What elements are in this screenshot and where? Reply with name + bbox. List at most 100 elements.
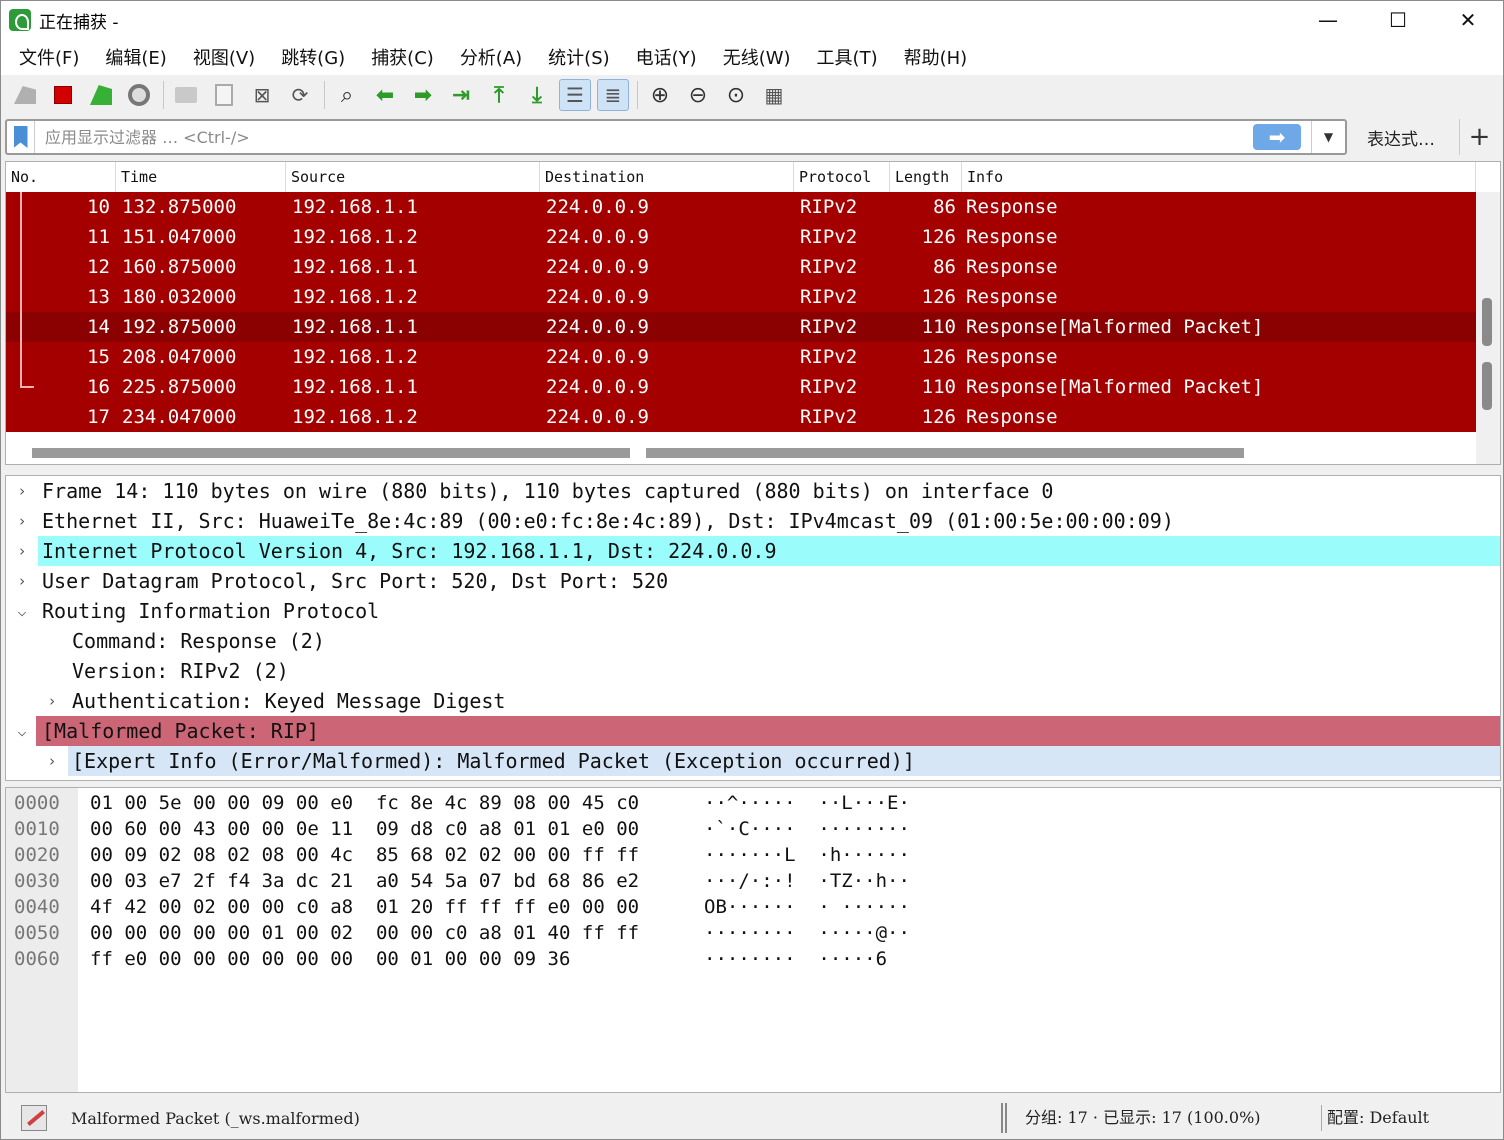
capture-options-icon[interactable] [123,79,155,111]
menu-capture[interactable]: 捕获(C) [361,44,450,70]
scrollbar-thumb[interactable] [646,448,1244,458]
restart-capture-icon[interactable] [85,79,117,111]
packet-cell-dst: 224.0.0.9 [546,256,649,278]
packet-row[interactable]: 16 225.875000 192.168.1.1 224.0.0.9 RIPv2 110… [6,372,1476,402]
packet-list-vertical-scrollbar[interactable] [1476,192,1500,464]
zoom-in-icon[interactable]: ⊕ [644,79,676,111]
expression-button[interactable]: 表达式… [1353,119,1449,155]
column-header-source[interactable]: Source [286,162,540,192]
menu-go[interactable]: 跳转(G) [271,44,361,70]
detail-tree-item[interactable]: › Internet Protocol Version 4, Src: 192.1… [6,536,1500,566]
bytes-offset: 0030 [14,870,60,892]
display-filter-input[interactable] [35,127,1253,147]
detail-tree-item[interactable]: ⌵ Routing Information Protocol [6,596,1500,626]
menu-telephony[interactable]: 电话(Y) [626,44,713,70]
minimize-button[interactable]: — [1293,1,1363,39]
open-file-icon[interactable] [170,79,202,111]
expert-info-icon[interactable] [21,1105,47,1131]
menu-help[interactable]: 帮助(H) [894,44,984,70]
menu-statistics[interactable]: 统计(S) [538,44,625,70]
packet-row[interactable]: 13 180.032000 192.168.1.2 224.0.0.9 RIPv2 126… [6,282,1476,312]
add-filter-button[interactable]: + [1459,119,1499,155]
column-header-info[interactable]: Info [962,162,1476,192]
zoom-out-icon[interactable]: ⊖ [682,79,714,111]
title-bar: 正在捕获 - — ☐ ✕ [1,1,1503,39]
packet-row[interactable]: 12 160.875000 192.168.1.1 224.0.0.9 RIPv2 86 R… [6,252,1476,282]
bytes-ascii: ·`·C···· ········ [704,818,910,840]
go-back-icon[interactable]: ⬅ [369,79,401,111]
packet-row[interactable]: 11 151.047000 192.168.1.2 224.0.0.9 RIPv2 126… [6,222,1476,252]
chevron-right-icon[interactable]: › [12,566,32,596]
go-forward-icon[interactable]: ➡ [407,79,439,111]
chevron-right-icon[interactable]: › [12,506,32,536]
first-packet-icon[interactable]: ⤒ [483,79,515,111]
find-packet-icon[interactable]: ⌕ [331,79,363,111]
detail-tree-item[interactable]: › Frame 14: 110 bytes on wire (880 bits),… [6,476,1500,506]
chevron-right-icon[interactable]: › [42,686,62,716]
detail-tree-item[interactable]: › [Expert Info (Error/Malformed): Malform… [6,746,1500,776]
detail-tree-item[interactable]: › User Datagram Protocol, Src Port: 520, … [6,566,1500,596]
packet-number: 11 [87,226,110,248]
auto-scroll-icon[interactable]: ☰ [559,79,591,111]
bytes-hex: 00 09 02 08 02 08 00 4c 85 68 02 02 00 0… [90,844,640,866]
packet-row[interactable]: 15 208.047000 192.168.1.2 224.0.0.9 RIPv2 126… [6,342,1476,372]
toolbar-separator [163,81,164,109]
packet-number: 13 [87,286,110,308]
normal-size-icon[interactable]: ⊙ [720,79,752,111]
chevron-down-icon[interactable]: ⌵ [12,596,32,626]
close-button[interactable]: ✕ [1433,1,1503,39]
save-file-icon[interactable] [208,79,240,111]
filter-history-dropdown-icon[interactable]: ▼ [1311,121,1345,153]
detail-tree-item[interactable]: › Authentication: Keyed Message Digest [6,686,1500,716]
shark-fin-start-icon[interactable] [9,79,41,111]
scrollbar-thumb[interactable] [1482,362,1492,410]
detail-tree-item[interactable]: Command: Response (2) [6,626,1500,656]
packet-cell-info: Response [966,406,1058,428]
scrollbar-thumb[interactable] [1482,298,1492,346]
packet-list-horizontal-scrollbar[interactable] [6,444,1476,460]
chevron-down-icon[interactable]: ⌵ [12,716,32,746]
column-header-time[interactable]: Time [116,162,286,192]
packet-cell-dst: 224.0.0.9 [546,406,649,428]
packet-cell-len: 86 [933,256,956,278]
chevron-right-icon[interactable]: › [12,476,32,506]
packet-cell-len: 126 [921,346,956,368]
menu-tools[interactable]: 工具(T) [807,44,894,70]
detail-tree-item[interactable]: › Ethernet II, Src: HuaweiTe_8e:4c:89 (00… [6,506,1500,536]
column-header-protocol[interactable]: Protocol [794,162,890,192]
chevron-right-icon[interactable]: › [42,746,62,776]
close-file-icon[interactable]: ⊠ [246,79,278,111]
bytes-hex: 00 00 00 00 00 01 00 02 00 00 c0 a8 01 4… [90,922,640,944]
packet-cell-dst: 224.0.0.9 [546,346,649,368]
stop-capture-icon[interactable] [47,79,79,111]
packet-row[interactable]: 17 234.047000 192.168.1.2 224.0.0.9 RIPv2 126… [6,402,1476,432]
packet-row[interactable]: 10 132.875000 192.168.1.1 224.0.0.9 RIPv2 86 R… [6,192,1476,222]
bookmark-icon[interactable] [7,121,35,153]
column-header-length[interactable]: Length [890,162,962,192]
apply-filter-arrow-icon[interactable]: ➡ [1253,124,1301,150]
scrollbar-thumb[interactable] [32,448,630,458]
packet-cell-dst: 224.0.0.9 [546,226,649,248]
menu-view[interactable]: 视图(V) [183,44,271,70]
resize-columns-icon[interactable]: ▦ [758,79,790,111]
packet-details-pane: › Frame 14: 110 bytes on wire (880 bits),… [5,475,1501,781]
detail-tree-item[interactable]: ⌵ [Malformed Packet: RIP] [6,716,1500,746]
column-header-destination[interactable]: Destination [540,162,794,192]
go-to-packet-icon[interactable]: ⇥ [445,79,477,111]
packet-cell-time: 192.875000 [122,316,237,338]
packet-cell-info: Response [966,346,1058,368]
detail-tree-item[interactable]: Version: RIPv2 (2) [6,656,1500,686]
profile-label[interactable]: 配置: Default [1327,1097,1429,1139]
colorize-icon[interactable]: ≣ [597,79,629,111]
menu-file[interactable]: 文件(F) [9,44,95,70]
packet-row[interactable]: 14 192.875000 192.168.1.1 224.0.0.9 RIPv2 110… [6,312,1476,342]
last-packet-icon[interactable]: ⤓ [521,79,553,111]
menu-wireless[interactable]: 无线(W) [713,44,807,70]
packet-cell-dst: 224.0.0.9 [546,316,649,338]
maximize-button[interactable]: ☐ [1363,1,1433,39]
reload-file-icon[interactable]: ⟳ [284,79,316,111]
chevron-right-icon[interactable]: › [12,536,32,566]
menu-analyze[interactable]: 分析(A) [450,44,538,70]
menu-edit[interactable]: 编辑(E) [95,44,182,70]
column-header-no[interactable]: No. [6,162,116,192]
